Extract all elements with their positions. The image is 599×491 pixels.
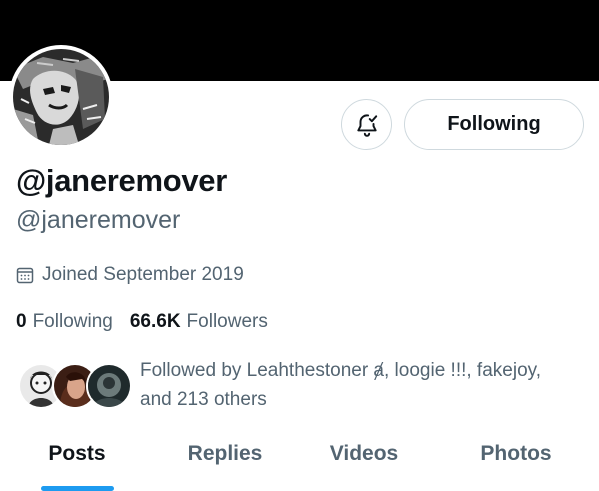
tab-replies[interactable]: Replies bbox=[188, 442, 263, 466]
following-label: Following bbox=[32, 311, 113, 332]
followers-link[interactable]: 66.6K Followers bbox=[130, 311, 268, 333]
followed-by-line-1: Followed by Leahthestoner ⱥ, loogie !!!,… bbox=[140, 360, 542, 381]
follower-avatar bbox=[86, 363, 132, 409]
profile-handle: @janeremover bbox=[16, 206, 181, 234]
tab-posts[interactable]: Posts bbox=[48, 442, 105, 466]
following-count: 0 bbox=[16, 311, 27, 332]
joined-label: Joined September 2019 bbox=[42, 264, 244, 285]
followed-by-text[interactable]: Followed by Leahthestoner ⱥ, loogie !!!,… bbox=[140, 356, 580, 414]
profile-tabs: Posts Replies Videos Photos bbox=[0, 432, 599, 491]
followers-label: Followers bbox=[186, 311, 268, 332]
following-link[interactable]: 0 Following bbox=[16, 311, 113, 333]
following-button[interactable]: Following bbox=[404, 99, 584, 150]
active-tab-indicator bbox=[41, 486, 114, 491]
followed-by-avatars[interactable] bbox=[18, 363, 132, 409]
follow-stats: 0 Following 66.6K Followers bbox=[16, 311, 268, 333]
tab-photos[interactable]: Photos bbox=[480, 442, 551, 466]
bell-check-icon bbox=[354, 112, 380, 138]
followers-count: 66.6K bbox=[129, 311, 181, 332]
tab-videos[interactable]: Videos bbox=[330, 442, 398, 466]
profile-avatar[interactable] bbox=[9, 45, 113, 149]
notifications-bell-button[interactable] bbox=[341, 99, 392, 150]
followed-by-line-2: and 213 others bbox=[140, 389, 267, 410]
joined-date: Joined September 2019 bbox=[16, 264, 244, 286]
calendar-icon bbox=[16, 266, 34, 284]
profile-display-name: @janeremover bbox=[16, 163, 228, 198]
